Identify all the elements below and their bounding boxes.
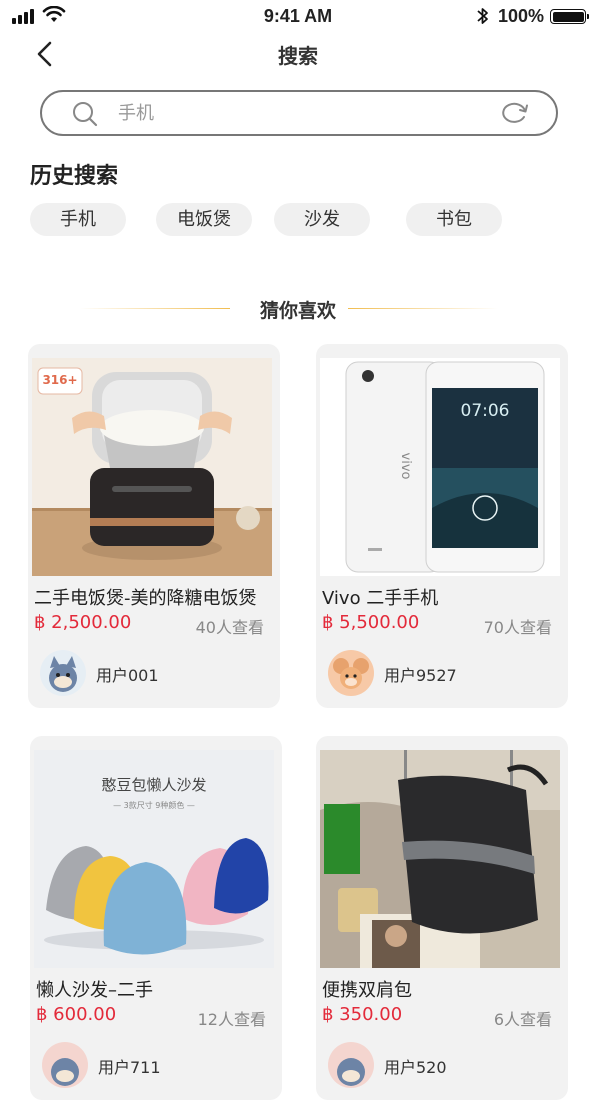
product-price: ฿ 600.00 xyxy=(36,1004,117,1025)
product-badge: 316+ xyxy=(42,373,77,387)
recommend-title: 猜你喜欢 xyxy=(259,300,336,322)
username: 用户711 xyxy=(98,1058,161,1077)
product-price: ฿ 350.00 xyxy=(322,1004,403,1025)
username: 用户520 xyxy=(384,1058,447,1077)
product-title: 懒人沙发–二手 xyxy=(36,980,153,1001)
user-avatar[interactable] xyxy=(42,1042,88,1088)
user-avatar[interactable] xyxy=(328,1042,374,1088)
product-views: 12人查看 xyxy=(197,1010,266,1029)
banner-subtitle: — 3款尺寸 9种颜色 — xyxy=(113,800,195,810)
user-avatar[interactable] xyxy=(40,650,86,696)
phone-brand: vivo xyxy=(398,453,413,480)
history-chip[interactable]: 手机 xyxy=(30,203,126,236)
page-title: 搜索 xyxy=(278,44,318,68)
product-views: 40人查看 xyxy=(195,618,264,637)
product-card[interactable]: 316+ 二手电饭煲-美的降糖电饭煲 ฿ 2,500.00 40人查看 用户00… xyxy=(28,344,280,708)
product-image-phone: vivo 07:06 xyxy=(320,358,560,576)
username: 用户9527 xyxy=(384,666,457,685)
product-views: 6人查看 xyxy=(493,1010,552,1029)
product-card[interactable]: 憨豆包懒人沙发 — 3款尺寸 9种颜色 — 懒人沙发–二手 ฿ 600.00 1… xyxy=(30,736,282,1100)
search-bar[interactable] xyxy=(40,90,558,136)
history-chip[interactable]: 电饭煲 xyxy=(156,203,252,236)
product-title: 二手电饭煲-美的降糖电饭煲 xyxy=(34,588,257,609)
search-input[interactable] xyxy=(118,101,478,125)
product-price: ฿ 2,500.00 xyxy=(34,612,132,633)
recommend-header: 猜你喜欢 xyxy=(0,290,596,330)
battery-percent: 100% xyxy=(498,6,545,26)
history-title: 历史搜索 xyxy=(30,164,119,189)
username: 用户001 xyxy=(96,666,159,685)
refresh-icon[interactable] xyxy=(500,100,530,126)
product-price: ฿ 5,500.00 xyxy=(322,612,420,633)
user-avatar[interactable] xyxy=(328,650,374,696)
product-title: Vivo 二手手机 xyxy=(322,588,439,609)
search-icon xyxy=(73,102,98,127)
product-card[interactable]: vivo 07:06 Vivo 二手手机 ฿ 5,500.00 70人查看 用户… xyxy=(316,344,568,708)
phone-clock: 07:06 xyxy=(461,401,510,421)
divider-line xyxy=(348,308,498,309)
battery-icon xyxy=(550,9,589,24)
product-views: 70人查看 xyxy=(483,618,552,637)
history-chip[interactable]: 沙发 xyxy=(274,203,370,236)
bluetooth-icon xyxy=(477,8,488,24)
product-card[interactable]: 便携双肩包 ฿ 350.00 6人查看 用户520 xyxy=(316,736,568,1100)
product-image-backpack xyxy=(320,750,560,968)
status-bar: 9:41 AM 100% xyxy=(0,0,596,34)
product-title: 便携双肩包 xyxy=(322,980,412,1001)
product-image-rice-cooker: 316+ xyxy=(32,358,272,576)
product-image-sofa: 憨豆包懒人沙发 — 3款尺寸 9种颜色 — xyxy=(34,750,274,968)
banner-title: 憨豆包懒人沙发 xyxy=(101,776,206,794)
history-chip[interactable]: 书包 xyxy=(406,203,502,236)
